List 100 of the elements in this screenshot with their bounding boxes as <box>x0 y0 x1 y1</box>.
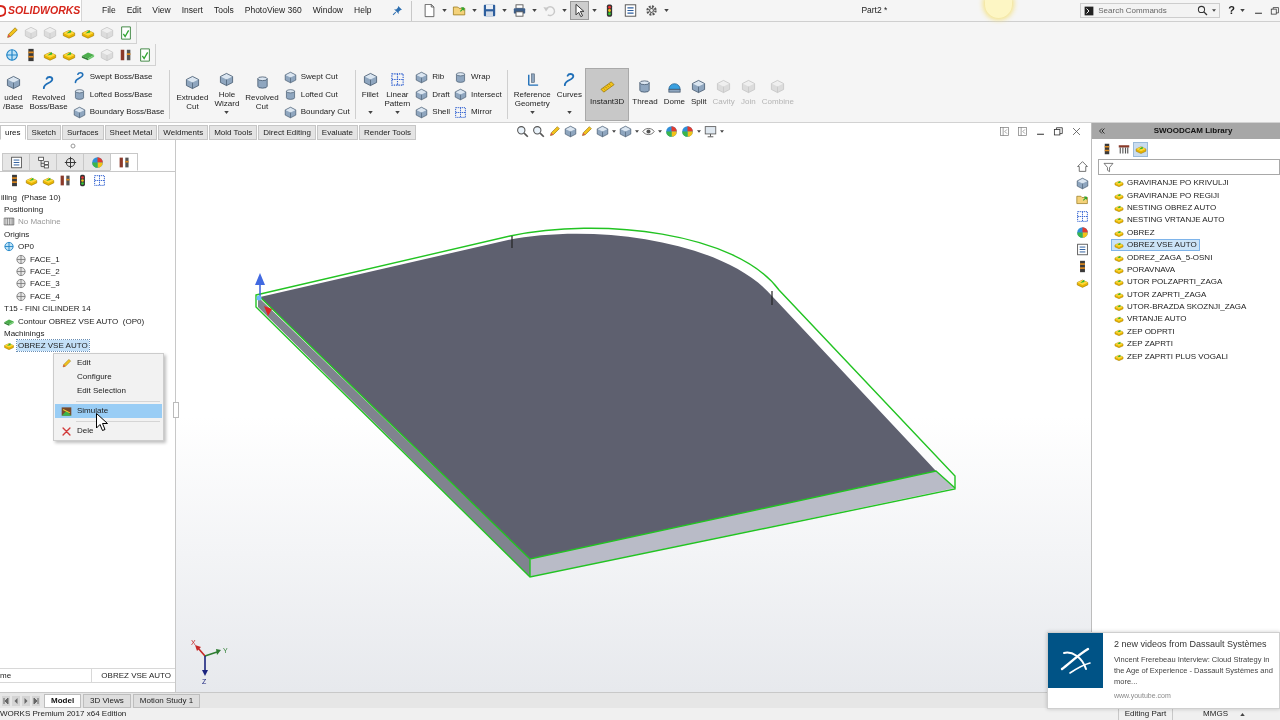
tree-item[interactable]: Machinings <box>3 328 46 339</box>
magnifier-icon[interactable] <box>532 125 545 138</box>
tree-item[interactable]: OBREZ VSE AUTO <box>17 340 89 352</box>
home-icon[interactable] <box>1076 160 1089 173</box>
panel-tab[interactable] <box>56 153 84 171</box>
tab[interactable]: Sketch <box>26 125 62 140</box>
tile-icon[interactable] <box>1017 126 1028 137</box>
caret-icon[interactable] <box>658 130 662 133</box>
close-icon[interactable] <box>1071 126 1082 137</box>
ribbon-button[interactable]: Instant3D <box>585 68 630 121</box>
search-field[interactable]: Search Commands <box>1080 3 1221 18</box>
tree-item[interactable]: FACE_3 <box>29 278 61 290</box>
ribbon-button[interactable]: Fillet <box>358 68 382 121</box>
nav-arrow-icon[interactable] <box>12 695 20 706</box>
nav-arrow-icon[interactable] <box>22 695 30 706</box>
list-icon[interactable] <box>1076 242 1089 256</box>
tree-item[interactable]: illing (Phase 10) <box>0 191 62 203</box>
nav-arrow-icon[interactable] <box>32 695 40 706</box>
menu-item[interactable]: Simulate <box>55 404 162 418</box>
tab[interactable]: ures <box>0 125 26 140</box>
ribbon-button[interactable]: Swept Boss/Base <box>72 69 165 85</box>
cube-icon[interactable] <box>619 125 632 138</box>
caret-icon[interactable] <box>1212 9 1217 12</box>
grid-icon[interactable] <box>1076 209 1089 223</box>
ribbon-button[interactable]: Draft <box>415 86 451 103</box>
ribbon-button[interactable]: Linear Pattern <box>381 68 414 121</box>
ribbon-button[interactable]: Thread <box>629 68 661 121</box>
ribbon-button[interactable]: Hole Wizard <box>211 68 243 121</box>
ribbon-button[interactable]: Boundary Cut <box>283 104 350 120</box>
menu-item[interactable]: Edit <box>55 356 162 370</box>
magnifier-icon[interactable] <box>516 125 529 138</box>
ribbon-button[interactable]: Boundary Boss/Base <box>72 104 165 120</box>
ribbon-button[interactable]: Lofted Boss/Base <box>72 86 165 103</box>
ribbon-button[interactable]: Swept Cut <box>283 69 350 85</box>
cube-icon[interactable] <box>596 125 609 138</box>
panel-tab[interactable] <box>29 153 57 171</box>
caret-icon[interactable] <box>591 9 597 12</box>
tab[interactable]: Render Tools <box>359 125 416 140</box>
menu-item[interactable]: Edit Selection <box>55 384 162 398</box>
ribbon-button[interactable]: Wrap <box>454 69 502 85</box>
ribbon-button[interactable]: Revolved Cut <box>242 68 282 121</box>
bars-icon[interactable] <box>59 174 72 187</box>
tree-item[interactable]: Origins <box>3 228 31 240</box>
library-item[interactable]: VRTANJE AUTO <box>1111 313 1190 326</box>
ribbon-button[interactable]: Split <box>688 68 710 121</box>
ribbon-button[interactable]: Revolved Boss/Base <box>26 68 71 121</box>
pencil-icon[interactable] <box>580 125 593 138</box>
tab[interactable]: Direct Editing <box>258 125 316 140</box>
panel-tab[interactable] <box>2 153 30 171</box>
checklist-icon[interactable] <box>119 25 133 40</box>
panel-tab[interactable] <box>110 153 138 171</box>
caret-icon[interactable] <box>663 9 669 12</box>
ribbon-button[interactable]: Lofted Cut <box>283 86 350 103</box>
library-item[interactable]: NESTING VRTANJE AUTO <box>1111 214 1228 227</box>
library-item[interactable]: UTOR ZAPRTI_ZAGA <box>1111 288 1210 301</box>
checklist-icon[interactable] <box>138 47 152 62</box>
menu-item[interactable]: Dele <box>55 424 162 438</box>
ribbon-button[interactable]: Reference Geometry <box>510 68 554 121</box>
restore-icon[interactable] <box>1270 5 1280 16</box>
menu-item[interactable]: View <box>152 6 171 15</box>
splitter-handle[interactable] <box>173 402 179 418</box>
caret-icon[interactable] <box>635 130 639 133</box>
tree-item[interactable]: T15 - FINI CILINDER 14 <box>3 303 92 315</box>
library-item[interactable]: PORAVNAVA <box>1111 263 1178 277</box>
tree-item[interactable]: OP0 <box>17 241 35 253</box>
search-icon[interactable] <box>1197 5 1209 16</box>
menu-item[interactable]: Insert <box>181 6 203 15</box>
bars-icon[interactable] <box>119 47 133 62</box>
caret-icon[interactable] <box>720 130 724 133</box>
menu-item[interactable]: Help <box>354 6 372 15</box>
tree-item[interactable]: Positioning <box>3 204 45 216</box>
pin-icon[interactable] <box>391 5 403 16</box>
ribbon-button[interactable]: Extruded Cut <box>173 68 212 121</box>
help-button[interactable]: ? <box>1228 5 1235 16</box>
menu-item[interactable]: Edit <box>126 6 142 15</box>
pointer-icon[interactable] <box>570 2 588 19</box>
tree-item[interactable]: FACE_1 <box>29 253 61 265</box>
tab[interactable]: Evaluate <box>316 125 358 140</box>
ball-icon[interactable] <box>665 125 678 138</box>
library-item[interactable]: GRAVIRANJE PO REGIJI <box>1111 189 1223 202</box>
tree-item[interactable]: FACE_4 <box>29 290 61 302</box>
ribbon-button[interactable]: Rib <box>415 69 451 85</box>
caret-icon[interactable] <box>471 9 477 12</box>
library-item[interactable]: OBREZ VSE AUTO <box>1111 238 1200 252</box>
block-icon[interactable] <box>25 174 38 187</box>
tree-item[interactable]: FACE_2 <box>29 266 61 278</box>
caret-icon[interactable] <box>1240 9 1245 12</box>
tab[interactable]: Motion Study 1 <box>132 693 201 708</box>
library-item[interactable]: ODREZ_ZAGA_5-OSNI <box>1111 251 1216 264</box>
nav-arrow-icon[interactable] <box>2 695 10 706</box>
eye-icon[interactable] <box>642 125 655 138</box>
filter-field[interactable] <box>1098 159 1280 175</box>
caret-icon[interactable] <box>501 9 507 12</box>
ribbon-button[interactable]: Mirror <box>454 104 502 120</box>
tile-icon[interactable] <box>999 126 1010 137</box>
caret-icon[interactable] <box>1240 712 1245 716</box>
tree-item[interactable]: Contour OBREZ VSE AUTO (OP0) <box>17 315 146 327</box>
ribbon-button[interactable]: Curves <box>553 68 586 121</box>
ribbon-button[interactable]: Shell <box>415 104 451 120</box>
grid-icon[interactable] <box>93 174 106 187</box>
